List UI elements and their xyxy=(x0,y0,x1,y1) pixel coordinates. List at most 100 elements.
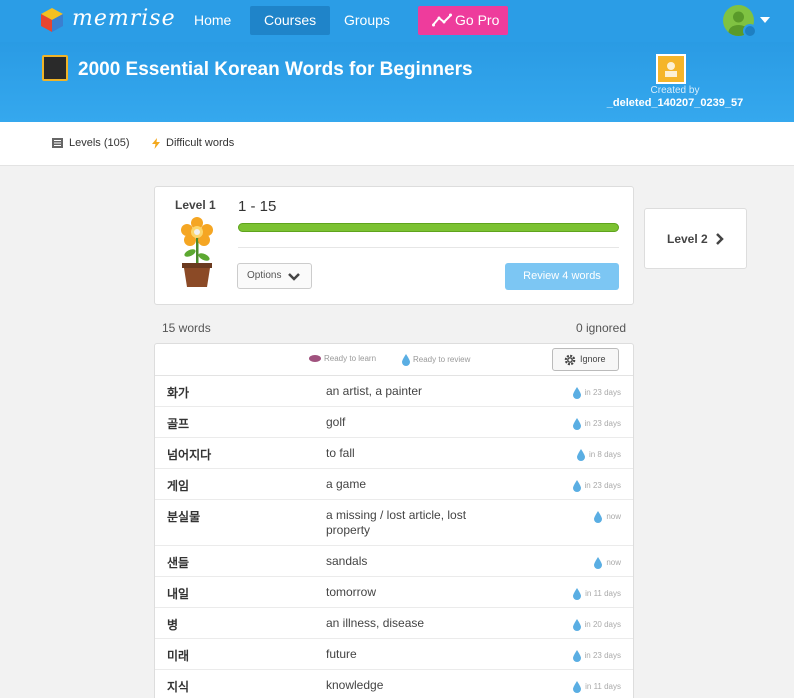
water-drop-icon xyxy=(572,480,581,492)
go-pro-button[interactable]: Go Pro xyxy=(418,6,508,35)
course-banner: 2000 Essential Korean Words for Beginner… xyxy=(0,42,794,122)
word-korean: 게임 xyxy=(167,479,190,493)
water-drop-icon xyxy=(573,588,582,600)
ignore-button[interactable]: Ignore xyxy=(552,348,619,371)
word-english: an artist, a painter xyxy=(326,384,423,398)
legend-ready-to-review: Ready to review xyxy=(402,354,470,366)
word-review-status: in 23 days xyxy=(572,650,621,662)
word-row[interactable]: 골프 golf in 23 days xyxy=(155,407,633,438)
word-status-label: in 23 days xyxy=(584,481,621,491)
word-row[interactable]: 내일 tomorrow in 11 days xyxy=(155,577,633,608)
word-review-status: in 23 days xyxy=(572,418,621,430)
creator-avatar[interactable] xyxy=(656,54,686,84)
created-by-label: Created by xyxy=(650,85,700,96)
word-english: knowledge xyxy=(326,678,384,692)
word-status-label: now xyxy=(606,512,621,522)
word-english: a game xyxy=(326,477,367,491)
word-review-status: in 20 days xyxy=(572,619,621,631)
level-label: Level 1 xyxy=(175,198,216,212)
ignore-label: Ignore xyxy=(580,354,606,364)
level-range: 1 - 15 xyxy=(238,198,277,215)
next-level-label: Level 2 xyxy=(667,232,708,246)
word-korean: 병 xyxy=(167,618,179,632)
level-card: Level 1 1 - 15 Options Review 4 words xyxy=(154,186,634,305)
word-status-label: in 23 days xyxy=(584,651,621,661)
word-review-status: in 8 days xyxy=(576,449,621,461)
word-english: future xyxy=(326,647,357,661)
word-review-status: now xyxy=(594,557,621,569)
word-review-status: in 11 days xyxy=(573,588,621,600)
chevron-right-icon xyxy=(716,233,724,245)
tab-difficult-words[interactable]: Difficult words xyxy=(152,137,234,149)
lightning-icon xyxy=(152,137,160,149)
word-korean: 화가 xyxy=(167,386,190,400)
water-drop-icon xyxy=(572,387,581,399)
go-pro-label: Go Pro xyxy=(455,12,500,28)
top-navigation: memrise Home Courses Groups Go Pro xyxy=(0,0,794,42)
word-english: to fall xyxy=(326,446,355,460)
word-korean: 넘어지다 xyxy=(167,448,212,462)
word-english: tomorrow xyxy=(326,585,377,599)
water-drop-icon xyxy=(402,354,410,366)
list-icon xyxy=(52,138,63,149)
course-title: 2000 Essential Korean Words for Beginner… xyxy=(78,59,473,80)
word-korean: 샌들 xyxy=(167,556,190,570)
word-status-label: in 20 days xyxy=(584,620,621,630)
gear-icon xyxy=(564,354,576,366)
chevron-down-icon xyxy=(288,273,300,281)
water-drop-icon xyxy=(572,650,581,662)
word-korean: 분실물 xyxy=(167,510,201,524)
progress-bar xyxy=(238,223,619,232)
legend-ready-to-learn: Ready to learn xyxy=(309,354,376,363)
word-row[interactable]: 화가 an artist, a painter in 23 days xyxy=(155,376,633,407)
tab-difficult-label: Difficult words xyxy=(166,137,235,149)
divider xyxy=(238,247,619,248)
trend-icon xyxy=(432,13,452,27)
word-review-status: in 23 days xyxy=(572,387,621,399)
legend-learn-label: Ready to learn xyxy=(324,354,377,363)
course-tabs: Levels (105) Difficult words xyxy=(0,122,794,166)
word-korean: 골프 xyxy=(167,417,190,431)
tab-levels[interactable]: Levels (105) xyxy=(52,137,130,149)
nav-courses[interactable]: Courses xyxy=(250,6,331,35)
word-row[interactable]: 샌들 sandals now xyxy=(155,546,633,577)
nav-groups[interactable]: Groups xyxy=(330,6,404,35)
tab-levels-label: Levels (105) xyxy=(69,137,130,149)
water-drop-icon xyxy=(594,511,603,523)
word-row[interactable]: 게임 a game in 23 days xyxy=(155,469,633,500)
review-button[interactable]: Review 4 words xyxy=(505,263,619,290)
nav-home[interactable]: Home xyxy=(180,6,245,35)
word-row[interactable]: 미래 future in 23 days xyxy=(155,639,633,670)
word-korean: 미래 xyxy=(167,649,190,663)
water-drop-icon xyxy=(576,449,585,461)
progress-fill xyxy=(238,223,619,232)
word-english: sandals xyxy=(326,554,368,568)
word-row[interactable]: 분실물 a missing / lost article, lost proper… xyxy=(155,500,633,546)
word-status-label: in 11 days xyxy=(585,682,621,692)
word-row[interactable]: 넘어지다 to fall in 8 days xyxy=(155,438,633,469)
word-row[interactable]: 병 an illness, disease in 20 days xyxy=(155,608,633,639)
memrise-logo-icon[interactable] xyxy=(38,6,66,34)
options-button[interactable]: Options xyxy=(237,263,312,289)
ignored-count: 0 ignored xyxy=(575,321,626,335)
word-status-label: now xyxy=(606,558,621,568)
word-status-label: in 23 days xyxy=(584,388,621,398)
word-status-label: in 11 days xyxy=(585,589,621,599)
word-status-label: in 23 days xyxy=(584,419,621,429)
user-badge-icon xyxy=(743,24,757,38)
flower-icon xyxy=(181,217,213,287)
word-status-label: in 8 days xyxy=(588,450,621,460)
options-label: Options xyxy=(247,270,282,281)
legend-review-label: Ready to review xyxy=(413,355,471,365)
creator-name[interactable]: _deleted_140207_0239_57 xyxy=(590,97,760,109)
word-row[interactable]: 지식 knowledge in 11 days xyxy=(155,670,633,698)
word-rows: 화가 an artist, a painter in 23 days 골프 golf in… xyxy=(155,376,633,698)
next-level-button[interactable]: Level 2 xyxy=(644,208,747,269)
word-english: golf xyxy=(326,415,346,429)
word-review-status: now xyxy=(594,511,621,523)
chevron-down-icon[interactable] xyxy=(760,17,770,23)
brand-name[interactable]: memrise xyxy=(72,6,176,31)
word-korean: 지식 xyxy=(167,680,190,694)
eye-icon xyxy=(309,355,321,363)
word-english: a missing / lost article, lost property xyxy=(326,508,467,537)
